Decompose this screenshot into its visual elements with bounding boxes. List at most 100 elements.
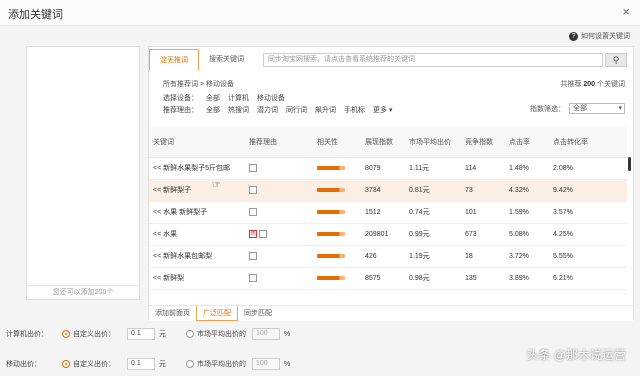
ctr-cell: 1.48% [505,157,549,180]
relevance-cell [313,179,361,202]
show-cell: 209801 [361,223,405,246]
comp-cell: 114 [461,157,505,180]
cvr-cell: 6.21% [549,267,627,290]
table-row[interactable]: << 新鲜梨 8575 0.98元 135 3.89% 6.21% [149,267,627,290]
keyword-cell[interactable]: << 新鲜水果梨子5斤包邮 [149,157,245,180]
tab-search-keyword[interactable]: 搜索关键词 [199,49,254,71]
pc-bid-input[interactable]: 0.1 [127,328,155,340]
col-relevance[interactable]: 相关性 [313,127,361,158]
cvr-cell: 4.25% [549,223,627,246]
tab-sync-match[interactable]: 同步匹配 [238,306,278,321]
device-option-all[interactable]: 全部 [206,93,220,103]
ctr-cell: 1.59% [505,201,549,224]
reason-option-potential[interactable]: 潜力词 [257,105,278,115]
reason-option-hot[interactable]: 热搜词 [228,105,249,115]
relevance-cell [313,267,361,290]
watermark: 头条 @那木说运营 [526,348,626,362]
mobile-custom-radio[interactable] [62,360,70,368]
relevance-bar [317,253,345,258]
reason-option-more[interactable]: 更多 ▾ [373,105,392,115]
pc-pct-input[interactable]: 100 [252,328,280,340]
pc-pct-unit: % [284,330,291,338]
table-row[interactable]: << 新鲜水果包邮梨 426 1.19元 18 3.72% 5.55% [149,245,627,268]
device-option-mobile[interactable]: 移动设备 [257,93,285,103]
price-cell: 0.81元 [405,179,461,202]
table-row[interactable]: << 水果 新鲜梨子 1512 0.74元 101 1.59% 3.57% [149,201,627,224]
reason-option-peer[interactable]: 同行词 [286,105,307,115]
index-filter-select[interactable]: 全部 [569,103,625,114]
reason-option-rising[interactable]: 飙升词 [315,105,336,115]
cvr-cell: 9.42% [549,179,627,202]
relevance-cell [313,245,361,268]
comp-cell: 673 [461,223,505,246]
tab-broad-match[interactable]: 广泛匹配 [196,306,238,321]
reason-filter-label: 推荐理由： [163,107,198,114]
table-scrollbar[interactable] [628,157,631,171]
col-avg-price[interactable]: 市场平均出价 [405,127,461,158]
tab-bar: 淀无推词 搜索关键词 [149,49,254,71]
device-filter-label: 选择设备： [163,95,198,102]
ctr-cell: 3.89% [505,267,549,290]
reason-badge-icon [249,164,257,172]
col-keyword: 关键词 [149,127,245,158]
reason-badge-icon [249,208,257,216]
relevance-bar [317,165,345,170]
reason-cell [245,179,313,202]
show-cell: 8079 [361,157,405,180]
col-ctr[interactable]: 点击率 [505,127,549,158]
table-header-row: 关键词 推荐理由 相关性 展现指数 市场平均出价 竞争指数 点击率 点击转化率 [149,127,627,158]
mobile-bid-unit: 元 [159,361,166,368]
dialog-title: 添加关键词 [8,9,63,21]
mobile-bid-input[interactable]: 0.1 [127,358,155,370]
mobile-market-label: 市场平均出价的 [197,361,246,368]
ctr-cell: 5.08% [505,223,549,246]
mobile-pct-input[interactable]: 100 [252,358,280,370]
reason-badge-icon [249,274,257,282]
reason-option-all[interactable]: 全部 [206,105,220,115]
keyword-search-input[interactable]: 同步淘宝网搜索，请点击查看系统推荐的关键词 [263,53,603,67]
pc-bid-unit: 元 [159,331,166,338]
price-cell: 0.98元 [405,267,461,290]
show-cell: 1512 [361,201,405,224]
price-cell: 1.19元 [405,245,461,268]
price-cell: 0.99元 [405,223,461,246]
table-row[interactable]: << 新鲜水果梨子5斤包邮 8079 1.11元 114 1.48% 2.08% [149,157,627,180]
reason-cell [245,157,313,180]
pc-market-radio[interactable] [186,330,194,338]
comp-cell: 18 [461,245,505,268]
reason-badge-icon [258,230,267,238]
comp-cell: 135 [461,267,505,290]
col-show-index[interactable]: 展现指数 [361,127,405,158]
show-cell: 8575 [361,267,405,290]
hot-badge-icon: 热 [249,230,257,238]
selected-keywords-panel: 您还可以添加200个 [26,46,140,300]
reason-option-mobile[interactable]: 手机标 [344,105,365,115]
mobile-market-radio[interactable] [186,360,194,368]
table-row[interactable]: << 水果 热 209801 0.99元 673 5.08% 4.25% [149,223,627,246]
tab-recommend[interactable]: 淀无推词 [149,49,199,71]
show-cell: 426 [361,245,405,268]
col-competition[interactable]: 竞争指数 [461,127,505,158]
keyword-cell[interactable]: << 新鲜水果包邮梨 [149,245,245,268]
relevance-bar [317,231,345,236]
total-count: 共推荐 200 个关键词 [560,81,625,88]
remaining-count: 您还可以添加200个 [27,285,139,299]
device-option-pc[interactable]: 计算机 [228,93,249,103]
relevance-cell [313,201,361,224]
dialog-titlebar: 添加关键词 × [0,0,640,26]
keyword-cell[interactable]: << 新鲜梨子 [149,179,245,202]
mobile-custom-label: 自定义出价： [73,361,115,368]
col-cvr[interactable]: 点击转化率 [549,127,627,158]
comp-cell: 101 [461,201,505,224]
keyword-cell[interactable]: << 水果 新鲜梨子 [149,201,245,224]
search-icon[interactable]: ⚲ [605,53,627,67]
pc-custom-radio[interactable] [62,330,70,338]
keyword-cell[interactable]: << 新鲜梨 [149,267,245,290]
close-icon[interactable]: × [622,4,630,19]
col-reason: 推荐理由 [245,127,313,158]
keyword-cell[interactable]: << 水果 [149,223,245,246]
add-previous-page-button[interactable]: 添加前面页 [149,306,196,321]
help-link[interactable]: ? 如何设置关键词 [569,31,630,41]
breadcrumb: 所有推荐词 > 移动设备 [163,81,234,88]
cvr-cell: 3.57% [549,201,627,224]
